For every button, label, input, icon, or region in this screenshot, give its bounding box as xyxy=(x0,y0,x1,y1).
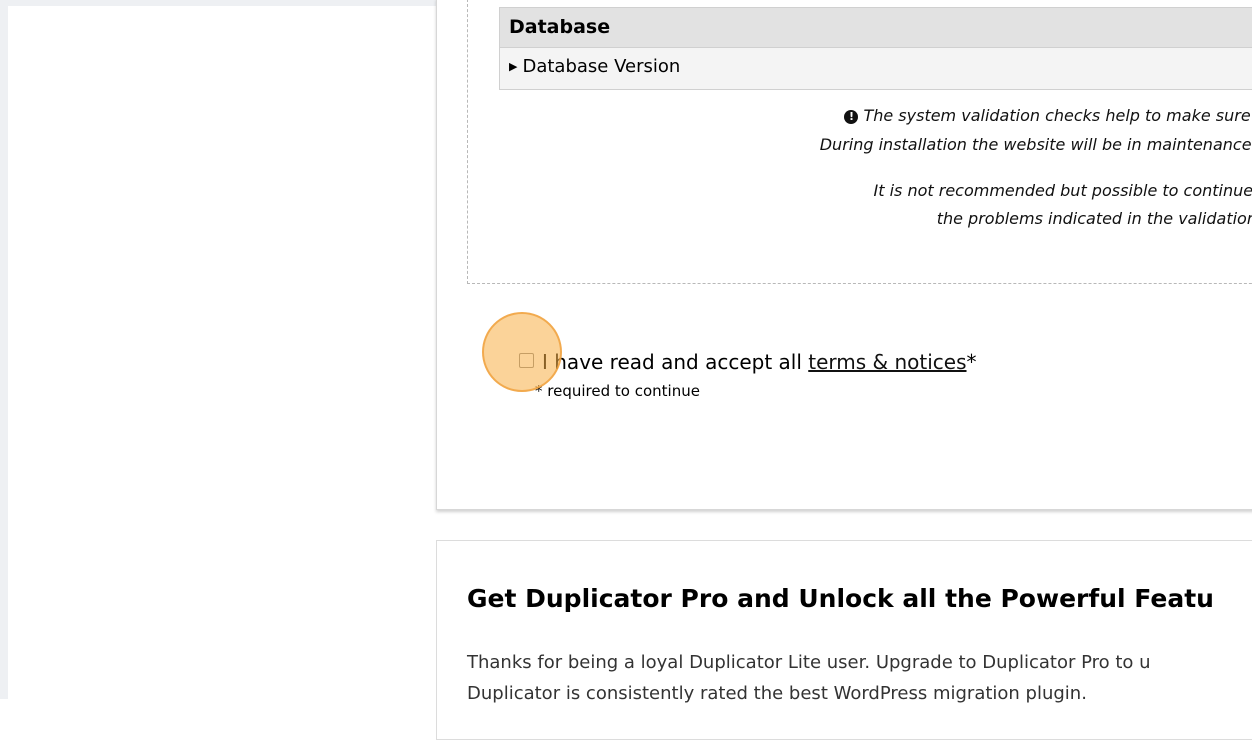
installer-panel: Database ▶ Database Version ! The system v… xyxy=(436,0,1252,510)
validation-box: Database ▶ Database Version ! The system v… xyxy=(467,0,1252,284)
promo-text: Thanks for being a loyal Duplicator Lite… xyxy=(467,647,1151,709)
page-background-left xyxy=(0,0,8,699)
required-note: * required to continue xyxy=(535,382,700,400)
accept-terms-label: I have read and accept all xyxy=(542,350,802,374)
validation-note-line-1: ! The system validation checks help to ma… xyxy=(468,106,1252,125)
info-circle-icon: ! xyxy=(844,110,859,124)
accept-terms-checkbox[interactable] xyxy=(519,353,534,368)
database-version-label: Database Version xyxy=(522,56,681,77)
caret-right-icon: ▶ xyxy=(509,60,518,73)
database-version-toggle[interactable]: ▶ Database Version xyxy=(500,48,1252,86)
upgrade-promo-panel: Get Duplicator Pro and Unlock all the Po… xyxy=(436,540,1252,740)
required-asterisk: * xyxy=(966,350,977,374)
terms-notices-link[interactable]: terms & notices xyxy=(808,350,966,374)
promo-line-2: Duplicator is consistently rated the bes… xyxy=(467,683,1087,704)
database-section: Database ▶ Database Version xyxy=(499,7,1252,90)
validation-note-line-4: the problems indicated in the validation… xyxy=(936,209,1252,228)
promo-title: Get Duplicator Pro and Unlock all the Po… xyxy=(467,584,1214,613)
validation-note-line-2: During installation the website will be … xyxy=(819,135,1252,154)
database-header: Database xyxy=(500,8,1252,48)
promo-line-1: Thanks for being a loyal Duplicator Lite… xyxy=(467,652,1151,673)
accept-terms-row: I have read and accept all terms & notic… xyxy=(519,350,977,374)
validation-note-line-3: It is not recommended but possible to co… xyxy=(873,181,1252,200)
